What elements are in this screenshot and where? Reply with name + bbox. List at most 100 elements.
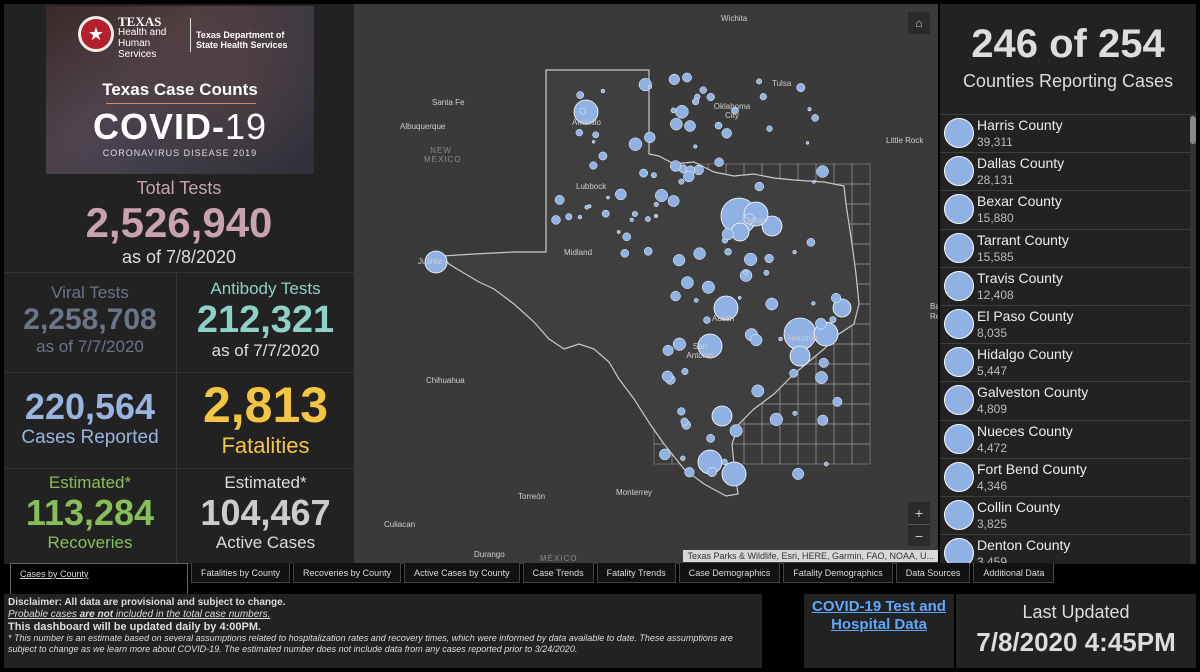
county-border	[779, 383, 799, 405]
disclaimer-line-3: This dashboard will be updated daily by …	[8, 621, 262, 633]
county-list-item[interactable]: Nueces County 4,472	[940, 419, 1190, 458]
county-map[interactable]: Wichita Tulsa Santa Fe Oklahoma City Alb…	[354, 4, 938, 564]
case-bubble	[631, 211, 638, 217]
case-bubble	[645, 216, 651, 222]
test-hospital-data-link[interactable]: COVID-19 Test and Hospital Data	[812, 598, 946, 633]
case-bubble	[661, 370, 674, 382]
case-bubble	[575, 128, 583, 137]
disclaimer-line-4: * This number is an estimate based on se…	[8, 633, 733, 654]
recoveries-label: Estimated*	[48, 473, 132, 492]
case-bubble	[670, 107, 677, 114]
county-border	[851, 343, 871, 365]
county-list-item[interactable]: Collin County 3,825	[940, 495, 1190, 534]
map-attribution[interactable]: Texas Parks & Wildlife, Esri, HERE, Garm…	[683, 550, 938, 562]
county-list-scrollbar[interactable]	[1190, 114, 1196, 564]
tab-fatalities-by-county[interactable]: Fatalities by County	[191, 563, 291, 583]
case-bubble	[711, 405, 733, 427]
antibody-tests-date: as of 7/7/2020	[211, 341, 320, 360]
case-bubble	[653, 213, 659, 219]
case-bubble	[721, 228, 734, 241]
county-list-item[interactable]: Travis County 12,408	[940, 266, 1190, 305]
county-list-item[interactable]: Bexar County 15,880	[940, 190, 1190, 228]
case-bubble	[818, 357, 829, 368]
case-bubble	[576, 91, 585, 99]
county-list-item[interactable]: Denton County 3,459	[940, 534, 1190, 564]
case-bubble	[721, 461, 747, 487]
tab-case-demographics[interactable]: Case Demographics	[678, 563, 781, 583]
county-list-item[interactable]: Fort Bend County 4,346	[940, 457, 1190, 496]
county-list-item[interactable]: Galveston County 4,809	[940, 381, 1190, 419]
case-bubble	[792, 249, 797, 255]
tab-additional-data[interactable]: Additional Data	[973, 563, 1055, 583]
tab-active-cases-by-county[interactable]: Active Cases by County	[404, 563, 520, 583]
case-bubble	[714, 121, 723, 130]
city-label-santa-fe: Santa Fe	[432, 98, 465, 107]
region-label-new-mexico: NEW MEXICO	[424, 146, 462, 164]
county-list-item[interactable]: Harris County 39,311	[940, 114, 1190, 152]
county-count: 5,447	[977, 364, 1008, 379]
case-bubble	[750, 334, 763, 347]
case-bubble	[669, 160, 682, 172]
antibody-tests-label: Antibody Tests	[210, 279, 321, 298]
case-bubble	[789, 368, 798, 378]
test-hospital-link-box: COVID-19 Test and Hospital Data	[804, 594, 954, 668]
case-bubble	[643, 247, 653, 256]
tab-fatality-trends[interactable]: Fatality Trends	[596, 563, 676, 583]
active-cases-sub: Active Cases	[215, 533, 316, 552]
viral-tests-value: 2,258,708	[23, 303, 157, 336]
city-label-chihuahua: Chihuahua	[426, 376, 465, 385]
county-name: Bexar County	[977, 193, 1062, 210]
case-bubble	[766, 125, 773, 132]
county-list-item[interactable]: Hidalgo County 5,447	[940, 343, 1190, 381]
case-bubble	[729, 424, 743, 438]
case-bubble	[693, 144, 698, 149]
recoveries-card: Estimated* 113,284 Recoveries	[4, 468, 176, 564]
city-label-little-rock: Little Rock	[886, 136, 924, 145]
county-border	[779, 423, 799, 445]
county-border	[851, 403, 871, 425]
city-label-dallas: Dallas	[744, 216, 767, 225]
city-label-monterrey: Monterrey	[616, 488, 653, 497]
active-cases-value: 104,467	[200, 492, 331, 533]
disclaimer-line-2: Probable cases are not included in the t…	[8, 609, 271, 620]
active-cases-label: Estimated*	[224, 473, 307, 492]
city-label-culiacan: Culiacan	[384, 520, 416, 529]
county-border	[833, 403, 853, 425]
home-button[interactable]: ⌂	[908, 12, 930, 34]
tab-case-trends[interactable]: Case Trends	[522, 563, 594, 583]
viral-tests-label: Viral Tests	[51, 283, 129, 302]
county-list-item[interactable]: Dallas County 28,131	[940, 152, 1190, 190]
case-bubble	[639, 168, 648, 178]
map-canvas[interactable]	[354, 4, 938, 564]
case-bubble	[647, 84, 652, 90]
case-bubble	[789, 345, 811, 367]
county-list-item[interactable]: Tarrant County 15,585	[940, 228, 1190, 267]
case-bubble	[805, 141, 810, 145]
city-label-juarez: Juárez	[418, 257, 443, 266]
zoom-in-button[interactable]: +	[908, 502, 930, 524]
case-bubble	[622, 232, 631, 242]
county-border	[779, 443, 799, 465]
case-bubble	[724, 248, 732, 256]
county-list-item[interactable]: El Paso County 8,035	[940, 304, 1190, 343]
tab-recoveries-by-county[interactable]: Recoveries by County	[293, 563, 402, 583]
tab-data-sources[interactable]: Data Sources	[895, 563, 971, 583]
case-bubble	[678, 178, 685, 185]
case-bubble	[668, 73, 680, 85]
cases-value: 220,564	[24, 386, 156, 427]
county-count: 28,131	[977, 173, 1014, 188]
county-name: Travis County	[977, 269, 1063, 286]
county-border	[797, 423, 817, 445]
zoom-controls: + −	[908, 502, 930, 546]
case-bubble	[584, 205, 589, 210]
county-list[interactable]: Harris County 39,311 Dallas County 28,131 Be…	[940, 114, 1190, 564]
case-bubble	[667, 195, 680, 207]
county-border	[797, 443, 817, 465]
total-tests-label: Total Tests	[136, 178, 222, 198]
case-bubble	[811, 114, 819, 122]
case-bubble	[616, 230, 621, 234]
tab-fatality-demographics[interactable]: Fatality Demographics	[783, 563, 893, 583]
fatalities-value: 2,813	[202, 377, 329, 433]
zoom-out-button[interactable]: −	[908, 524, 930, 546]
scrollbar-thumb[interactable]	[1190, 116, 1196, 144]
